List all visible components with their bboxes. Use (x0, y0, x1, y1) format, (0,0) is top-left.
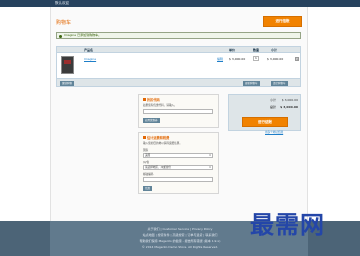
region-label: 州/省 (143, 161, 150, 164)
zip-input[interactable] (143, 177, 213, 182)
discount-title: 折扣代码 (143, 97, 160, 102)
watermark-logo: 最需网 (250, 210, 325, 239)
region-select[interactable]: 请选择地区、州或省份 ▾ (143, 165, 213, 170)
product-thumbnail[interactable] (61, 56, 74, 74)
shipping-title: 估计运费和税费 (143, 135, 169, 140)
multi-address-link[interactable]: 用多个地址结账 (265, 130, 283, 134)
country-select[interactable]: 美国 ▾ (143, 153, 213, 158)
success-icon (59, 34, 62, 38)
subtotal-label: 小计 (269, 98, 276, 102)
table-footer: 继续购物 更新购物车 清空购物车 (57, 78, 300, 86)
chevron-down-icon: ▾ (209, 154, 211, 157)
zip-label: 邮政编码 (143, 173, 154, 176)
grand-total-value: $ 3,000.00 (280, 105, 298, 109)
estimate-button[interactable]: 估算 (143, 186, 153, 191)
checkout-button-top[interactable]: 进行结账 (263, 16, 302, 27)
continue-shopping-button[interactable]: 继续购物 (60, 80, 75, 86)
grand-total-label: 总计 (269, 105, 276, 109)
row-subtotal: $ 3,000.00 (267, 57, 284, 61)
checkout-button[interactable]: 进行结账 (242, 117, 288, 127)
country-value: 美国 (145, 154, 151, 157)
welcome-text: 默认欢迎 (55, 1, 69, 5)
update-cart-button[interactable]: 更新购物车 (243, 80, 260, 86)
cart-table: 产品名 单价 数量 小计 Imagine 编辑 $ 3,000.00 1 $ 3… (56, 46, 301, 87)
country-label: 国家 (143, 149, 149, 152)
truck-icon (143, 136, 146, 139)
top-bar: 默认欢迎 (0, 0, 360, 7)
remove-icon[interactable]: × (295, 57, 299, 61)
clear-cart-button[interactable]: 清空购物车 (271, 80, 288, 86)
totals-box: 小计 $ 3,000.00 总计 $ 3,000.00 进行结账 (228, 94, 301, 131)
chevron-down-icon: ▾ (209, 166, 211, 169)
region-value: 请选择地区、州或省份 (145, 166, 171, 169)
discount-icon (143, 98, 146, 101)
table-row: Imagine 编辑 $ 3,000.00 1 $ 3,000.00 × (57, 53, 300, 78)
success-message: Imagine 已添加到购物车。 (56, 32, 301, 39)
subtotal-value: $ 3,000.00 (281, 98, 298, 102)
discount-label: 如果您有优惠代码，请输入。 (143, 104, 177, 107)
page-title: 购物车 (56, 20, 72, 26)
shipping-label: 输入您的目的地以获得运费估算。 (143, 142, 182, 145)
qty-input[interactable]: 1 (253, 56, 259, 61)
success-text: Imagine 已添加到购物车。 (64, 33, 102, 37)
discount-input[interactable] (143, 109, 213, 114)
product-name-link[interactable]: Imagine (84, 57, 96, 61)
footer-copyright: © 2014 Magento Demo Store. All Rights Re… (141, 245, 219, 249)
unit-price: $ 3,000.00 (229, 57, 246, 61)
shipping-box: 估计运费和税费 输入您的目的地以获得运费估算。 国家 美国 ▾ 州/省 请选择地… (138, 132, 219, 194)
discount-box: 折扣代码 如果您有优惠代码，请输入。 应用优惠券 (138, 94, 219, 128)
apply-coupon-button[interactable]: 应用优惠券 (143, 118, 160, 123)
edit-link[interactable]: 编辑 (217, 57, 223, 61)
